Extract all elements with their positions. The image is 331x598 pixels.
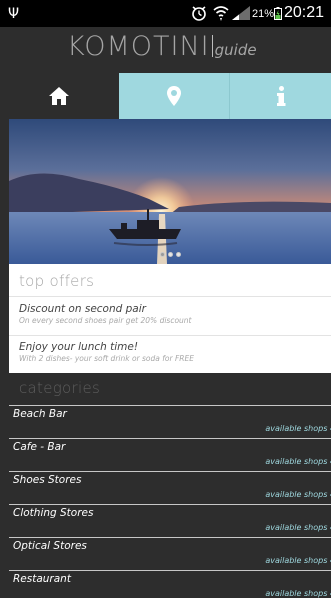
category-available-count: available shops 4 [265, 424, 331, 433]
category-row-shoes-stores[interactable]: Shoes Stores available shops 4 [9, 471, 331, 504]
category-available-count: available shops 4 [265, 457, 331, 466]
logo-main-text: KOMOTINI [67, 31, 210, 62]
carousel-dot[interactable] [160, 252, 165, 257]
category-row-optical-stores[interactable]: Optical Stores available shops 4 [9, 537, 331, 570]
category-available-count: available shops 4 [265, 589, 331, 598]
category-row-cafe-bar[interactable]: Cafe - Bar available shops 4 [9, 438, 331, 471]
offer-item[interactable]: Enjoy your lunch time! With 2 dishes- yo… [19, 341, 331, 363]
carousel-dot[interactable] [168, 252, 173, 257]
battery-icon [274, 7, 282, 20]
offer-title: Enjoy your lunch time! [19, 341, 139, 353]
category-available-count: available shops 4 [265, 556, 331, 565]
tab-bar [0, 73, 331, 119]
map-marker-icon [166, 86, 181, 106]
usb-icon: Ψ [8, 6, 20, 22]
battery-percent: 21% [252, 8, 275, 20]
tab-info[interactable] [229, 73, 331, 119]
categories-title: categories [19, 379, 101, 397]
alarm-icon [192, 6, 206, 21]
wifi-icon [213, 6, 229, 21]
app-logo: KOMOTINI guide [67, 31, 257, 62]
sunset-boat-image [9, 119, 331, 264]
home-icon [49, 87, 70, 105]
top-offers-title: top offers [19, 272, 95, 290]
logo-sub-text: guide [214, 41, 257, 59]
info-icon [276, 86, 286, 106]
category-row-restaurant[interactable]: Restaurant available shops 4 [9, 570, 331, 598]
category-available-count: available shops 4 [265, 523, 331, 532]
carousel-indicator [160, 252, 181, 257]
category-name: Clothing Stores [13, 507, 94, 519]
offer-subtitle: On every second shoes pair get 20% disco… [19, 316, 192, 325]
logo-divider [211, 35, 213, 57]
hero-carousel[interactable] [9, 119, 331, 264]
category-available-count: available shops 4 [265, 490, 331, 499]
tab-map[interactable] [118, 73, 230, 119]
category-name: Optical Stores [13, 540, 87, 552]
tab-home[interactable] [0, 73, 119, 119]
category-name: Cafe - Bar [13, 441, 66, 453]
offer-subtitle: With 2 dishes- your soft drink or soda f… [19, 354, 194, 363]
offer-item[interactable]: Discount on second pair On every second … [19, 303, 331, 325]
offer-title: Discount on second pair [19, 303, 146, 315]
category-row-clothing-stores[interactable]: Clothing Stores available shops 4 [9, 504, 331, 537]
category-name: Shoes Stores [13, 474, 82, 486]
status-bar: Ψ 21% 20:21 [0, 0, 331, 27]
app-header: KOMOTINI guide [0, 27, 331, 73]
category-name: Beach Bar [13, 408, 67, 420]
carousel-dot[interactable] [176, 252, 181, 257]
category-row-beach-bar[interactable]: Beach Bar available shops 4 [9, 405, 331, 438]
categories-section: categories Beach Bar available shops 4 C… [9, 373, 331, 598]
clock: 20:21 [284, 4, 325, 21]
divider [9, 296, 331, 297]
app-screen: Ψ 21% 20:21 KOMOTINI guide top offers Di… [0, 0, 331, 598]
divider [9, 335, 331, 336]
signal-icon [232, 6, 250, 20]
category-name: Restaurant [13, 573, 71, 585]
top-offers-section: top offers Discount on second pair On ev… [9, 264, 331, 373]
